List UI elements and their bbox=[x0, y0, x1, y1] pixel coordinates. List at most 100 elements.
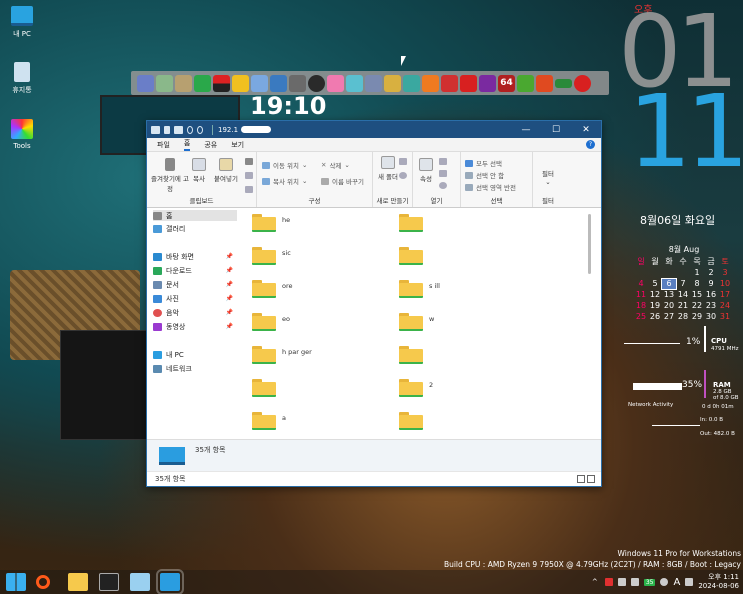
bin-icon[interactable] bbox=[346, 74, 363, 92]
bird-icon[interactable] bbox=[365, 74, 382, 92]
help-icon[interactable]: ? bbox=[586, 140, 595, 149]
pin-icon[interactable]: 📌 bbox=[226, 253, 233, 260]
rename-button[interactable]: 이름 바꾸기 bbox=[321, 176, 364, 186]
folder-icon[interactable] bbox=[399, 280, 423, 298]
window-titlebar[interactable]: 192.1 — ☐ ✕ bbox=[147, 121, 601, 138]
delete-button[interactable]: ✕ 삭제 ⌄ bbox=[321, 160, 350, 170]
tab-home[interactable]: 홈 bbox=[183, 138, 191, 151]
network-icon[interactable] bbox=[630, 578, 639, 586]
ram-icon[interactable] bbox=[555, 78, 572, 88]
folder-icon[interactable] bbox=[252, 280, 276, 298]
language-indicator[interactable]: A bbox=[673, 577, 680, 588]
network-icon[interactable] bbox=[270, 74, 287, 92]
tray-badge[interactable]: 35 bbox=[643, 578, 656, 586]
open-button[interactable] bbox=[439, 158, 447, 165]
maximize-button[interactable]: ☐ bbox=[541, 121, 571, 138]
tab-file[interactable]: 파일 bbox=[157, 140, 170, 150]
history-button[interactable] bbox=[439, 182, 447, 189]
edit-button[interactable] bbox=[439, 170, 447, 177]
power-icon[interactable] bbox=[574, 74, 591, 92]
document-icon[interactable] bbox=[164, 125, 170, 134]
nav-item-music[interactable]: 음악 📌 bbox=[153, 307, 237, 318]
large-icons-view-icon[interactable] bbox=[587, 475, 595, 483]
64-icon[interactable]: 64 bbox=[498, 74, 515, 92]
utorrent-icon[interactable] bbox=[517, 74, 534, 92]
pin-icon[interactable]: 📌 bbox=[226, 323, 233, 330]
cut-button[interactable] bbox=[245, 158, 253, 165]
paste-shortcut-button[interactable] bbox=[245, 186, 253, 193]
close-button[interactable]: ✕ bbox=[571, 121, 601, 138]
nav-item-this-pc[interactable]: 내 PC bbox=[153, 349, 237, 360]
lightning-icon[interactable] bbox=[460, 74, 477, 92]
paste-button[interactable]: 붙여넣기 bbox=[211, 158, 241, 183]
copy-to-button[interactable]: 복사 위치 ⌄ bbox=[262, 176, 307, 186]
shield-icon[interactable] bbox=[536, 74, 553, 92]
minimize-button[interactable]: — bbox=[511, 121, 541, 138]
properties-button[interactable]: 속성 bbox=[417, 158, 435, 183]
folder-icon[interactable] bbox=[252, 313, 276, 331]
tray-clock[interactable]: 오후 1:11 2024-08-06 bbox=[698, 573, 739, 591]
file-explorer-icon[interactable] bbox=[68, 573, 88, 591]
filter-button[interactable]: 필터 ⌄ bbox=[535, 168, 561, 186]
folder-icon[interactable] bbox=[252, 379, 276, 397]
keyboard-icon[interactable] bbox=[685, 578, 694, 586]
app-icon-1[interactable] bbox=[137, 74, 154, 92]
invert-selection-button[interactable]: 선택 영역 반전 bbox=[465, 182, 516, 192]
scrollbar[interactable] bbox=[588, 214, 591, 274]
nav-item-home[interactable]: 홈 bbox=[153, 210, 237, 221]
nav-item-pictures[interactable]: 사진 📌 bbox=[153, 293, 237, 304]
notepad-icon[interactable] bbox=[130, 573, 150, 591]
new-folder-button[interactable]: 새 폴더 bbox=[377, 156, 399, 181]
app-icon-2[interactable] bbox=[156, 74, 173, 92]
window-icon[interactable] bbox=[327, 74, 344, 92]
app-icon-3[interactable] bbox=[175, 74, 192, 92]
red-app-icon[interactable] bbox=[604, 578, 613, 586]
speaker-icon[interactable] bbox=[617, 578, 626, 586]
tab-share[interactable]: 공유 bbox=[204, 140, 217, 150]
nav-item-network[interactable]: 네트워크 bbox=[153, 363, 237, 374]
nav-item-videos[interactable]: 동영상 📌 bbox=[153, 321, 237, 332]
cloud-icon[interactable] bbox=[660, 578, 669, 586]
pin-icon[interactable]: 📌 bbox=[226, 267, 233, 274]
g-icon[interactable] bbox=[422, 74, 439, 92]
tab-view[interactable]: 보기 bbox=[231, 140, 244, 150]
battery-icon[interactable] bbox=[213, 74, 230, 92]
move-to-button[interactable]: 이동 위치 ⌄ bbox=[262, 160, 307, 170]
new-item-button[interactable] bbox=[399, 158, 407, 165]
brush-icon[interactable] bbox=[384, 74, 401, 92]
grid-icon[interactable] bbox=[251, 74, 268, 92]
nav-item-downloads[interactable]: 다운로드 📌 bbox=[153, 265, 237, 276]
select-none-button[interactable]: 선택 안 함 bbox=[465, 170, 504, 180]
settings-icon[interactable] bbox=[289, 74, 306, 92]
folder-icon[interactable] bbox=[399, 214, 423, 232]
easy-access-button[interactable] bbox=[399, 172, 407, 179]
chevron-up-icon[interactable]: ^ bbox=[592, 578, 600, 586]
folder-icon[interactable] bbox=[252, 346, 276, 364]
folder-icon[interactable] bbox=[174, 125, 183, 134]
windows-start-icon[interactable] bbox=[6, 573, 26, 591]
folder-icon[interactable] bbox=[399, 346, 423, 364]
folder-icon[interactable] bbox=[399, 247, 423, 265]
folder-icon[interactable] bbox=[252, 412, 276, 430]
redo-icon[interactable] bbox=[197, 125, 203, 134]
folder-icon[interactable] bbox=[252, 247, 276, 265]
folder-icon[interactable] bbox=[399, 412, 423, 430]
copy-button[interactable]: 복사 bbox=[189, 158, 209, 183]
pin-icon[interactable]: 📌 bbox=[226, 281, 233, 288]
nav-item-documents[interactable]: 문서 📌 bbox=[153, 279, 237, 290]
undo-icon[interactable] bbox=[187, 125, 193, 134]
folder-icon[interactable] bbox=[399, 313, 423, 331]
monitor-app-icon[interactable] bbox=[156, 569, 184, 594]
pin-icon[interactable]: 📌 bbox=[226, 295, 233, 302]
nav-item-desktop[interactable]: 바탕 화면 📌 bbox=[153, 251, 237, 262]
search-icon[interactable] bbox=[36, 575, 50, 589]
copy-path-button[interactable] bbox=[245, 172, 253, 179]
cpu-icon[interactable] bbox=[479, 74, 496, 92]
details-view-icon[interactable] bbox=[577, 475, 585, 483]
plus-icon[interactable] bbox=[194, 74, 211, 92]
desktop-icon-recycle-bin[interactable]: 휴지통 bbox=[6, 62, 38, 95]
desktop-icon-tools[interactable]: Tools bbox=[6, 119, 38, 150]
s-icon[interactable] bbox=[308, 74, 325, 92]
terminal-icon[interactable] bbox=[99, 573, 119, 591]
select-all-button[interactable]: 모두 선택 bbox=[465, 158, 502, 168]
